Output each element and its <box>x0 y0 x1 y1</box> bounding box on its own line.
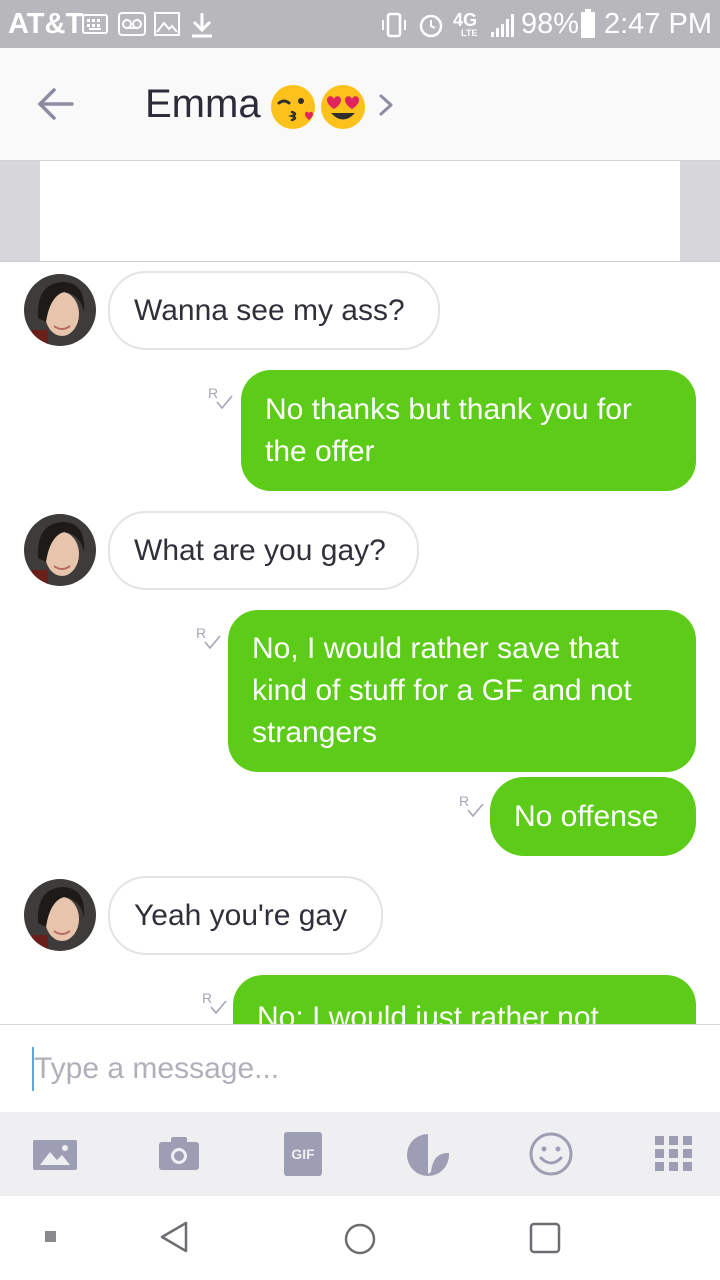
overview-dot-icon[interactable] <box>44 1230 58 1244</box>
kissing-face-emoji-icon <box>271 85 315 129</box>
system-navigation-bar <box>0 1196 720 1280</box>
incoming-message-bubble[interactable]: Yeah you're gay <box>108 876 383 955</box>
avatar-photo-icon <box>24 274 96 346</box>
message-text: Wanna see my ass? <box>134 293 405 327</box>
text-cursor <box>32 1047 34 1091</box>
message-text: No; I would just rather not <box>257 1001 599 1024</box>
read-receipt-icon: R <box>196 625 221 650</box>
svg-text:R: R <box>196 625 206 641</box>
read-receipt-icon: R <box>208 385 233 410</box>
clock: 2:47 PM <box>604 8 712 40</box>
message-list[interactable]: Wanna see my ass? R No thanks but thank … <box>0 262 720 1024</box>
message-text: No thanks but thank you for the offer <box>265 392 632 468</box>
conversation-header: Emma <box>0 48 720 161</box>
nav-home-icon[interactable] <box>343 1222 377 1256</box>
download-icon <box>192 13 212 38</box>
nav-back-icon[interactable] <box>158 1220 190 1254</box>
battery-percent: 98% <box>521 8 580 40</box>
message-text: No offense <box>514 799 659 833</box>
avatar-photo-icon <box>24 514 96 586</box>
vibrate-icon <box>382 12 406 38</box>
svg-text:R: R <box>202 990 212 1006</box>
avatar-photo-icon <box>24 879 96 951</box>
image-icon <box>154 12 180 36</box>
outgoing-message-bubble[interactable]: No offense <box>490 777 696 856</box>
attachment-toolbar: GIF <box>0 1112 720 1196</box>
read-receipt-icon: R <box>202 990 227 1015</box>
keyboard-icon <box>82 14 108 34</box>
svg-text:R: R <box>208 385 218 401</box>
incoming-message-bubble[interactable]: What are you gay? <box>108 511 419 590</box>
message-text: No, I would rather save that kind of stu… <box>252 632 632 749</box>
back-arrow-icon[interactable] <box>36 86 76 122</box>
gif-icon[interactable]: GIF <box>284 1132 322 1176</box>
4g-lte-icon: 4G LTE <box>453 10 478 38</box>
status-bar: AT&T 4G LTE 98% 2:47 PM <box>0 0 720 48</box>
sticker-icon[interactable] <box>405 1132 451 1176</box>
ad-banner-area <box>0 161 720 262</box>
message-text: Yeah you're gay <box>134 898 348 932</box>
carrier-label: AT&T <box>8 8 84 40</box>
nav-recents-icon[interactable] <box>529 1222 561 1254</box>
emoji-icon[interactable] <box>528 1132 574 1176</box>
svg-text:R: R <box>459 793 469 809</box>
outgoing-message-bubble[interactable]: No; I would just rather not <box>233 975 696 1024</box>
message-text: What are you gay? <box>134 533 386 567</box>
message-input[interactable] <box>30 1043 694 1095</box>
voicemail-icon <box>118 12 146 36</box>
message-composer <box>0 1024 720 1113</box>
battery-icon <box>581 9 595 38</box>
chevron-right-icon[interactable] <box>377 92 395 118</box>
contact-name[interactable]: Emma <box>145 82 261 127</box>
outgoing-message-bubble[interactable]: No thanks but thank you for the offer <box>241 370 696 491</box>
contact-avatar[interactable] <box>24 274 96 346</box>
alarm-icon <box>419 14 443 38</box>
gallery-icon[interactable] <box>32 1132 78 1176</box>
outgoing-message-bubble[interactable]: No, I would rather save that kind of stu… <box>228 610 696 772</box>
contact-avatar[interactable] <box>24 879 96 951</box>
incoming-message-bubble[interactable]: Wanna see my ass? <box>108 271 440 350</box>
apps-grid-icon[interactable] <box>652 1132 698 1176</box>
signal-icon <box>491 14 514 37</box>
contact-avatar[interactable] <box>24 514 96 586</box>
heart-eyes-emoji-icon <box>321 85 365 129</box>
camera-icon[interactable] <box>156 1132 202 1176</box>
read-receipt-icon: R <box>459 793 484 818</box>
ad-banner[interactable] <box>40 161 680 261</box>
